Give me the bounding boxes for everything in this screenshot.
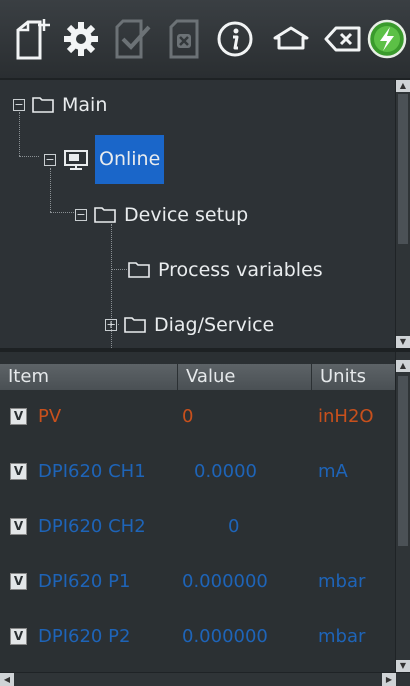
monitor-icon (64, 149, 88, 170)
expand-icon[interactable]: + (105, 319, 117, 331)
collapse-icon[interactable]: − (44, 153, 56, 166)
scroll-down-arrow-icon[interactable]: ▼ (396, 660, 410, 672)
tree-node-label: Main (62, 94, 108, 116)
scroll-thumb[interactable] (398, 376, 408, 546)
cancel-document-icon (169, 19, 199, 59)
collapse-icon[interactable]: − (13, 99, 25, 111)
settings-button[interactable] (60, 17, 102, 61)
gear-icon (64, 22, 98, 56)
column-header-value[interactable]: Value (178, 364, 312, 390)
home-icon (273, 26, 309, 50)
table-horizontal-scrollbar[interactable]: ◀ ▶ (0, 672, 410, 686)
apply-button[interactable] (112, 17, 154, 61)
row-item: DPI620 CH1 (38, 461, 146, 482)
column-header-units[interactable]: Units (312, 364, 396, 390)
table-row[interactable]: V DPI620 P2 0.000000 mbar (0, 622, 396, 652)
row-item: DPI620 CH2 (38, 516, 146, 537)
check-document-icon (115, 19, 151, 59)
menu-tree: − Main − Online − Device setup Process v… (0, 80, 396, 348)
table-row[interactable]: V DPI620 CH1 0.0000 mA (0, 457, 396, 487)
toolbar (0, 0, 410, 80)
row-units: mbar (318, 571, 366, 592)
row-item: DPI620 P1 (38, 571, 131, 592)
home-button[interactable] (270, 17, 312, 61)
collapse-icon[interactable]: − (75, 209, 87, 221)
row-value: 0 (228, 516, 240, 537)
tree-node-device-setup[interactable]: − Device setup (75, 201, 250, 229)
variables-table: Item Value Units V PV 0 inH2O V DPI620 C… (0, 352, 396, 672)
row-item: PV (38, 406, 62, 427)
scroll-thumb[interactable] (398, 94, 408, 244)
scroll-up-arrow-icon[interactable]: ▲ (396, 360, 410, 372)
table-header: Item Value Units (0, 364, 396, 390)
tree-node-main[interactable]: − Main (13, 91, 109, 119)
tree-connector (50, 212, 74, 213)
variable-badge-icon: V (10, 518, 27, 535)
row-value: 0.0000 (194, 461, 257, 482)
row-value: 0 (182, 406, 194, 427)
table-row[interactable]: V DPI620 P1 0.000000 mbar (0, 567, 396, 597)
folder-icon (124, 317, 146, 333)
tree-vertical-scrollbar[interactable]: ▲ ▼ (395, 80, 410, 348)
tree-node-label: Process variables (158, 259, 323, 281)
variable-badge-icon: V (10, 408, 27, 425)
tree-node-label: Device setup (124, 204, 249, 226)
scroll-left-arrow-icon[interactable]: ◀ (0, 673, 14, 686)
variable-badge-icon: V (10, 628, 27, 645)
row-item: DPI620 P2 (38, 626, 131, 647)
scroll-right-arrow-icon[interactable]: ▶ (382, 673, 396, 686)
row-units: mA (318, 461, 348, 482)
tree-connector (19, 156, 39, 157)
row-units: inH2O (318, 406, 374, 427)
cancel-button[interactable] (164, 17, 206, 61)
tree-node-process-variables[interactable]: Process variables (128, 256, 325, 284)
new-document-button[interactable] (12, 17, 54, 61)
row-units: mbar (318, 626, 366, 647)
tree-node-diag-service[interactable]: + Diag/Service (105, 311, 276, 339)
scroll-up-arrow-icon[interactable]: ▲ (396, 80, 410, 92)
folder-icon (32, 97, 54, 113)
tree-node-label: Online (95, 135, 165, 184)
row-value: 0.000000 (182, 571, 268, 592)
power-icon (367, 19, 407, 59)
table-vertical-scrollbar[interactable]: ▲ ▼ (395, 352, 410, 672)
row-value: 0.000000 (182, 626, 268, 647)
tree-node-online[interactable]: − Online (44, 132, 165, 187)
table-row[interactable]: V DPI620 CH2 0 (0, 512, 396, 542)
folder-icon (128, 262, 150, 278)
info-button[interactable] (214, 17, 256, 61)
new-document-icon (16, 19, 50, 60)
tree-connector (111, 269, 127, 270)
info-icon (217, 21, 253, 57)
tree-node-label: Diag/Service (154, 314, 275, 336)
table-row[interactable]: V PV 0 inH2O (0, 402, 396, 432)
backspace-button[interactable] (322, 17, 364, 61)
variable-badge-icon: V (10, 573, 27, 590)
power-button[interactable] (366, 17, 408, 61)
variable-badge-icon: V (10, 463, 27, 480)
folder-icon (94, 207, 116, 223)
scroll-down-arrow-icon[interactable]: ▼ (396, 336, 410, 348)
column-header-item[interactable]: Item (0, 364, 178, 390)
backspace-icon (324, 26, 361, 52)
